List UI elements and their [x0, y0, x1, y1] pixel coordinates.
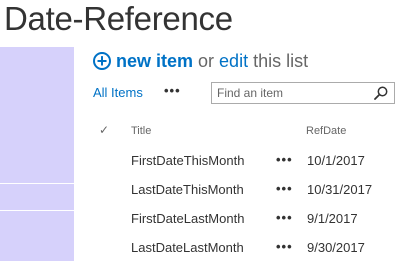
column-header-refdate[interactable]: RefDate: [306, 125, 346, 137]
list-item-refdate: 10/31/2017: [307, 182, 373, 197]
list-item-refdate: 9/30/2017: [307, 240, 365, 255]
this-list-text: this list: [253, 50, 309, 71]
item-menu-button[interactable]: •••: [276, 181, 293, 196]
view-all-items[interactable]: All Items: [93, 85, 143, 100]
left-navigation: [0, 47, 74, 261]
new-item-link[interactable]: new item: [116, 51, 193, 72]
nav-divider: [0, 183, 74, 184]
search-input[interactable]: [212, 86, 372, 100]
list-item-title[interactable]: LastDateLastMonth: [131, 240, 244, 255]
more-views-button[interactable]: •••: [164, 83, 181, 98]
list-item-refdate: 9/1/2017: [307, 211, 358, 226]
list-item-title[interactable]: FirstDateThisMonth: [131, 153, 244, 168]
list-item-title[interactable]: LastDateThisMonth: [131, 182, 244, 197]
or-text: or: [198, 50, 215, 71]
page-title: Date-Reference: [4, 0, 233, 37]
item-menu-button[interactable]: •••: [276, 152, 293, 167]
column-header-title[interactable]: Title: [131, 125, 151, 137]
command-bar: + new item or edit this list: [93, 50, 308, 72]
item-menu-button[interactable]: •••: [276, 239, 293, 254]
plus-circle-icon[interactable]: +: [93, 52, 111, 70]
view-selector: All Items: [93, 85, 143, 100]
search-icon[interactable]: [374, 86, 388, 100]
item-menu-button[interactable]: •••: [276, 210, 293, 225]
list-item-title[interactable]: FirstDateLastMonth: [131, 211, 244, 226]
search-box: [211, 82, 395, 104]
list-item-refdate: 10/1/2017: [307, 153, 365, 168]
nav-divider: [0, 210, 74, 211]
edit-list-link[interactable]: edit: [219, 51, 248, 72]
select-all-checkmark-icon[interactable]: ✓: [99, 123, 109, 137]
